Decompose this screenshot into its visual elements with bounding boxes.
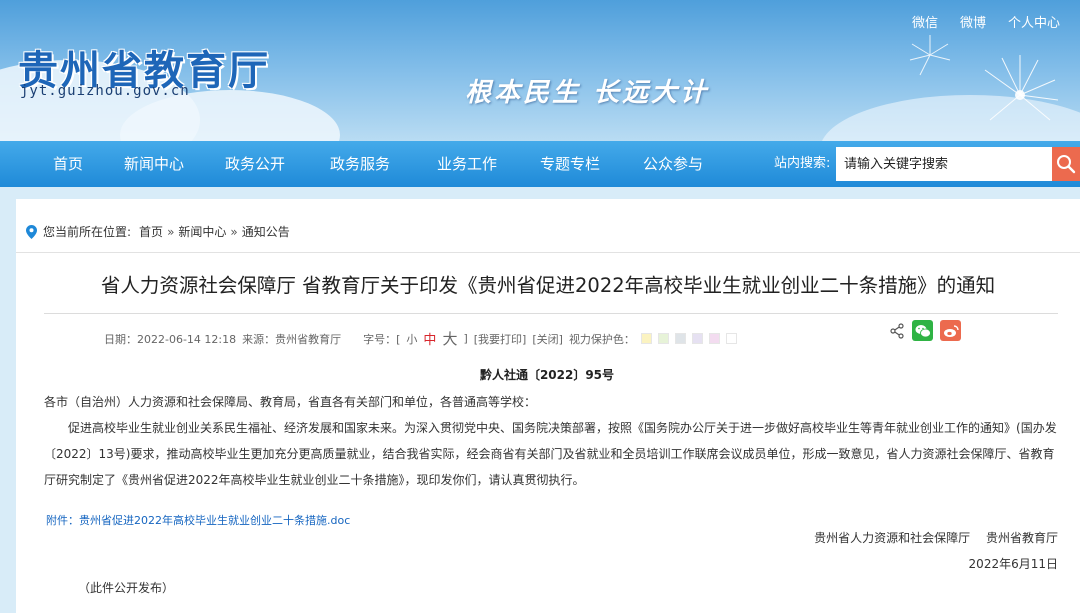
divider: [16, 252, 1080, 253]
site-banner: 贵州省教育厅 jyt.guizhou.gov.cn 根本民生 长远大计 微信 微…: [0, 0, 1080, 141]
nav-item-participation[interactable]: 公众参与: [643, 141, 703, 187]
close-link[interactable]: [关闭]: [532, 331, 563, 347]
article-title: 省人力资源社会保障厅 省教育厅关于印发《贵州省促进2022年高校毕业生就业创业二…: [100, 274, 996, 297]
article-date: 日期：2022-06-14 12:18: [104, 332, 237, 346]
article-paragraph: 促进高校毕业生就业创业关系民生福祉、经济发展和国家未来。为深入贯彻党中央、国务院…: [44, 421, 1057, 487]
print-link[interactable]: [我要打印]: [474, 331, 527, 347]
nav-item-gov-affairs[interactable]: 政务公开: [225, 141, 285, 187]
content-panel: 您当前所在位置: 首页 » 新闻中心 » 通知公告 省人力资源社会保障厅 省教育…: [16, 199, 1080, 613]
nav-item-business[interactable]: 业务工作: [437, 141, 497, 187]
top-links: 微信 微博 个人中心: [912, 12, 1060, 31]
eye-color-swatch-white[interactable]: [725, 333, 737, 344]
nav-item-news-center[interactable]: 新闻中心: [124, 141, 184, 187]
share-icon[interactable]: [889, 322, 905, 339]
eye-color-swatch-purple[interactable]: [691, 333, 703, 344]
top-link-weibo[interactable]: 微博: [960, 12, 986, 31]
share-bar: [889, 320, 961, 341]
main-nav: 首页 新闻中心 政务公开 政务服务 业务工作 专题专栏 公众参与 站内搜索:: [0, 141, 1080, 187]
top-link-wechat[interactable]: 微信: [912, 12, 938, 31]
search-button[interactable]: [1052, 147, 1080, 181]
breadcrumb-news-center[interactable]: 新闻中心: [178, 223, 226, 240]
site-slogan: 根本民生 长远大计: [465, 78, 710, 108]
eye-care-label: 视力保护色：: [568, 332, 635, 346]
signature-organizations: 贵州省人力资源和社会保障厅 贵州省教育厅: [814, 531, 1058, 545]
font-size-medium[interactable]: 中: [423, 329, 436, 348]
breadcrumb-prefix: 您当前所在位置:: [43, 225, 132, 239]
wechat-icon: [915, 324, 931, 337]
site-url: jyt.guizhou.gov.cn: [20, 83, 190, 99]
font-size-small[interactable]: 小: [406, 331, 417, 347]
breadcrumb-notices[interactable]: 通知公告: [242, 223, 290, 240]
article-meta: 日期：2022-06-14 12:18 来源：贵州省教育厅 字号：[ 小 中 大…: [104, 328, 743, 349]
article-salutation: 各市（自治州）人力资源和社会保障局、教育局，省直各有关部门和单位，各普通高等学校…: [44, 395, 537, 409]
dandelion-icon: [984, 55, 1059, 121]
article-source: 来源：贵州省教育厅: [242, 332, 342, 346]
font-size-close-bracket: ]: [463, 332, 468, 345]
wechat-share-button[interactable]: [912, 320, 933, 341]
eye-color-swatch-pink[interactable]: [708, 333, 720, 344]
nav-item-gov-services[interactable]: 政务服务: [330, 141, 390, 187]
breadcrumb-separator: »: [230, 224, 238, 239]
breadcrumb-home[interactable]: 首页: [139, 223, 163, 240]
search-icon: [1057, 155, 1076, 174]
eye-color-swatch-gray[interactable]: [674, 333, 686, 344]
publication-note: （此件公开发布）: [78, 581, 175, 595]
signature-date: 2022年6月11日: [968, 557, 1058, 571]
location-pin-icon: [26, 224, 37, 239]
nav-item-home[interactable]: 首页: [53, 141, 83, 187]
article-body: 各市（自治州）人力资源和社会保障局、教育局，省直各有关部门和单位，各普通高等学校…: [44, 389, 1060, 493]
breadcrumb: 您当前所在位置: 首页 » 新闻中心 » 通知公告: [26, 223, 290, 240]
breadcrumb-separator: »: [167, 224, 175, 239]
attachment-link[interactable]: 附件：贵州省促进2022年高校毕业生就业创业二十条措施.doc: [46, 512, 350, 528]
eye-color-swatch-yellow[interactable]: [640, 333, 652, 344]
document-number: 黔人社通〔2022〕95号: [479, 368, 615, 382]
font-size-large[interactable]: 大: [442, 328, 457, 349]
eye-color-swatch-green[interactable]: [657, 333, 669, 344]
seed-icon: [909, 35, 951, 76]
search-label: 站内搜索:: [774, 156, 831, 171]
weibo-icon: [943, 324, 959, 337]
search-input[interactable]: [836, 147, 1052, 181]
nav-item-topics[interactable]: 专题专栏: [540, 141, 600, 187]
top-link-user-center[interactable]: 个人中心: [1008, 12, 1060, 31]
weibo-share-button[interactable]: [940, 320, 961, 341]
font-size-label: 字号：[: [363, 332, 401, 346]
divider: [44, 313, 1058, 314]
